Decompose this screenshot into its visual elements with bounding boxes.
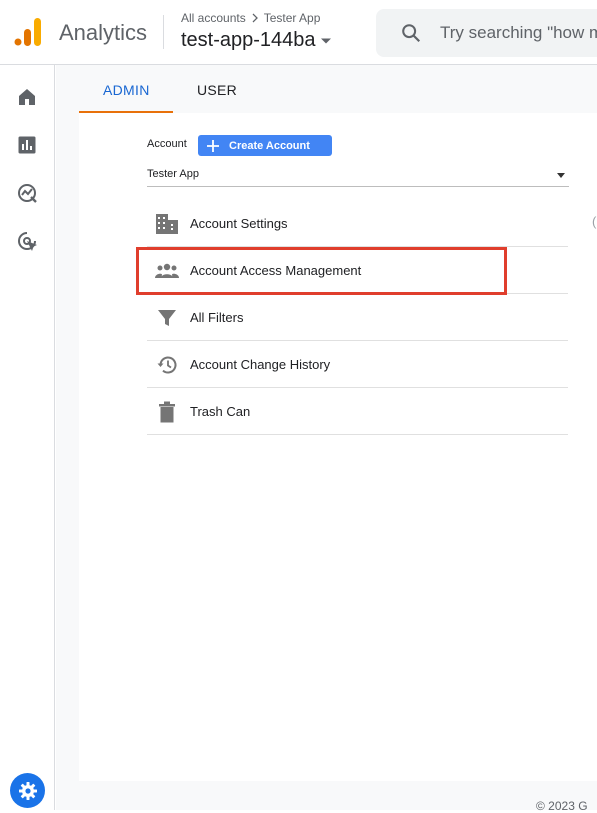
admin-panel: Account Create Account Tester App Accoun… — [79, 113, 597, 781]
search-placeholder[interactable]: Try searching "how m — [440, 23, 597, 43]
history-icon — [155, 353, 179, 377]
footer-copyright: © 2023 G — [536, 799, 588, 813]
header-divider — [163, 15, 164, 49]
menu-item-label: Account Access Management — [190, 263, 362, 278]
home-icon[interactable] — [14, 84, 40, 110]
left-nav — [0, 65, 55, 810]
explore-icon[interactable] — [14, 180, 40, 206]
account-select-value: Tester App — [147, 168, 199, 180]
account-label: Account — [147, 138, 187, 150]
menu-item-label: Trash Can — [190, 404, 251, 419]
menu-item-label: Account Settings — [190, 216, 288, 231]
menu-item-trash-can[interactable]: Trash Can — [147, 388, 568, 435]
property-name[interactable]: test-app-144ba — [181, 29, 316, 52]
tab-user[interactable]: USER — [197, 82, 237, 98]
tab-admin[interactable]: ADMIN — [103, 82, 150, 98]
filter-icon — [155, 306, 179, 330]
reports-icon[interactable] — [14, 132, 40, 158]
admin-tabs: ADMIN USER — [79, 65, 597, 113]
account-select[interactable]: Tester App — [147, 164, 569, 187]
menu-item-account-access-management[interactable]: Account Access Management — [147, 247, 568, 294]
menu-item-account-change-history[interactable]: Account Change History — [147, 341, 568, 388]
people-icon — [155, 259, 179, 283]
advertising-icon[interactable] — [14, 228, 40, 254]
trash-icon — [155, 400, 179, 424]
menu-item-all-filters[interactable]: All Filters — [147, 294, 568, 341]
create-account-button[interactable]: Create Account — [198, 135, 332, 156]
select-caret-icon — [557, 173, 565, 178]
clipped-edge-glyph: ( — [592, 214, 597, 229]
menu-item-label: Account Change History — [190, 357, 331, 372]
top-bar: Analytics All accounts Tester App test-a… — [0, 0, 597, 65]
menu-item-account-settings[interactable]: Account Settings — [147, 200, 568, 247]
plus-icon — [207, 139, 219, 152]
search-box[interactable]: Try searching "how m — [376, 9, 597, 57]
breadcrumb[interactable]: All accounts Tester App — [181, 11, 320, 25]
app-name: Analytics — [59, 20, 148, 45]
account-menu: Account Settings Account Access Manageme… — [147, 200, 568, 435]
property-selector[interactable]: test-app-144ba — [181, 29, 332, 52]
chevron-right-icon — [252, 13, 258, 23]
gear-icon[interactable] — [10, 773, 45, 808]
breadcrumb-property[interactable]: Tester App — [264, 11, 321, 25]
menu-item-label: All Filters — [190, 310, 244, 325]
analytics-logo-icon[interactable] — [14, 17, 42, 47]
search-icon — [402, 24, 421, 43]
caret-down-icon — [320, 38, 331, 43]
building-icon — [155, 212, 179, 236]
create-account-label: Create Account — [229, 139, 310, 152]
breadcrumb-account[interactable]: All accounts — [181, 11, 246, 25]
